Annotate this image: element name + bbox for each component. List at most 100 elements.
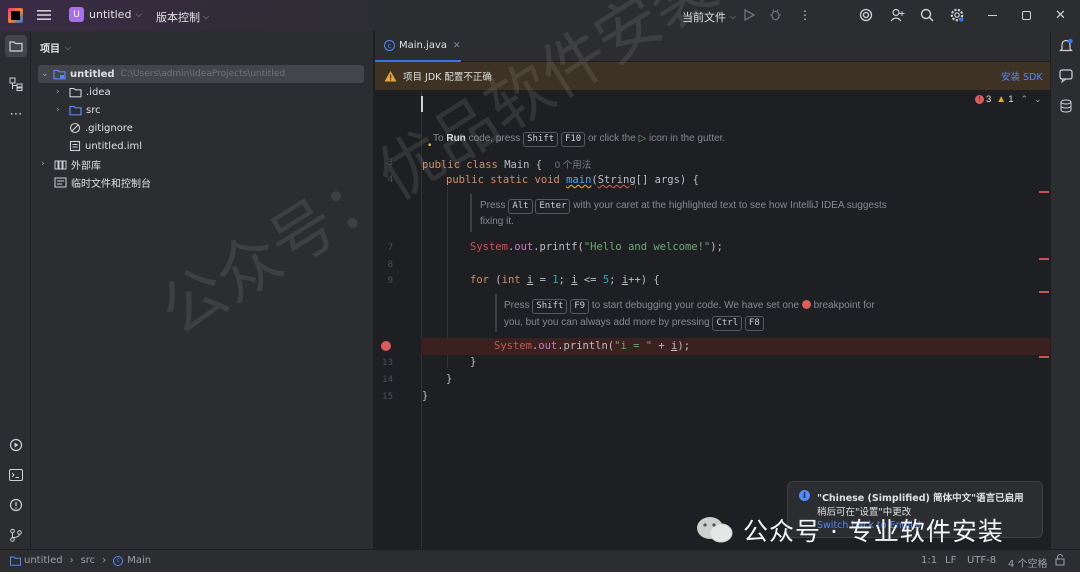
search-icon[interactable] (920, 8, 934, 22)
warning-count: 1 (1008, 94, 1014, 105)
install-sdk-link[interactable]: 安装 SDK (1001, 69, 1043, 83)
run-icon[interactable] (744, 9, 755, 21)
status-bar: untitled › src › c Main 1:1 LF UTF-8 4 个… (0, 549, 1080, 572)
git-branch-icon (10, 528, 22, 542)
lightbulb-icon[interactable]: • (427, 141, 432, 151)
folder-icon (69, 87, 82, 97)
services-tool-button[interactable] (5, 434, 27, 456)
tab-label: Main.java (399, 40, 448, 51)
error-stripe-mark[interactable] (1039, 291, 1049, 293)
line-separator[interactable]: LF (945, 555, 956, 566)
add-user-icon[interactable] (890, 8, 905, 22)
chevron-down-icon: ⌵ (203, 12, 210, 21)
tab-close-icon[interactable]: ✕ (453, 41, 461, 51)
vcs-menu[interactable]: 版本控制 ⌵ (156, 9, 209, 25)
notifications-icon[interactable] (1059, 38, 1073, 53)
tree-row-src[interactable]: › src (56, 101, 101, 119)
debug-icon[interactable] (769, 8, 782, 21)
run-gutter-icon: ▷ (638, 133, 647, 144)
tab-main-java[interactable]: c Main.java ✕ (375, 31, 461, 62)
key-ctrl: Ctrl (712, 316, 743, 331)
line-number: 7 (387, 243, 393, 253)
ai-assistant-icon[interactable] (859, 8, 873, 22)
tree-row-scratches[interactable]: 临时文件和控制台 (54, 173, 151, 191)
folder-icon (9, 41, 23, 52)
line-number: 15 (382, 392, 393, 402)
tree-item-label: 外部库 (71, 160, 101, 172)
minimize-icon[interactable] (988, 15, 997, 16)
project-panel: 项目 ⌵ ⌄ untitled C:\Users\admin\IdeaProje… (31, 31, 374, 549)
hint-text: icon in the gutter. (649, 133, 726, 144)
structure-icon (9, 77, 23, 91)
inspections-widget[interactable]: ! 3 ▲ 1 ⌃ ⌄ (975, 94, 1042, 105)
run-config-selector[interactable]: 当前文件 ⌵ (682, 9, 736, 25)
ai-chat-icon[interactable] (1059, 69, 1073, 83)
jdk-warning-banner: 项目 JDK 配置不正确 安装 SDK (375, 62, 1050, 90)
tree-item-label: 临时文件和控制台 (71, 178, 151, 190)
terminal-tool-button[interactable] (5, 464, 27, 486)
key-f8: F8 (744, 316, 764, 331)
breadcrumb-item[interactable]: Main (127, 555, 151, 566)
close-icon[interactable]: ✕ (1055, 8, 1066, 23)
key-shift: Shift (532, 299, 568, 314)
structure-tool-button[interactable] (5, 73, 27, 95)
chevron-right-icon: › (41, 159, 45, 169)
chevron-up-icon[interactable]: ⌃ (1021, 94, 1029, 105)
indent-setting[interactable]: 4 个空格 (1008, 555, 1048, 570)
project-panel-header[interactable]: 项目 ⌵ (40, 40, 71, 56)
gear-icon[interactable] (949, 7, 965, 23)
cursor-position[interactable]: 1:1 (921, 555, 937, 566)
breakpoint-icon[interactable] (381, 341, 391, 351)
main-menu-icon[interactable] (37, 8, 51, 22)
breadcrumb-item[interactable]: src (81, 555, 96, 566)
key-alt: Alt (508, 199, 533, 214)
info-icon: i (799, 490, 810, 501)
right-tool-strip (1050, 31, 1080, 549)
brand-watermark: 公众号 · 专业软件安装 (695, 512, 1004, 548)
error-stripe-mark[interactable] (1039, 191, 1049, 193)
chevron-down-icon[interactable]: ⌄ (1034, 94, 1042, 105)
breadcrumb-item[interactable]: untitled (24, 555, 63, 566)
left-tool-strip: ⋯ (0, 31, 31, 549)
tree-row-root[interactable]: ⌄ untitled C:\Users\admin\IdeaProjects\u… (38, 65, 364, 83)
code-line: System.out.println("i = " + i); (494, 340, 691, 352)
project-switcher[interactable]: U untitled ⌵ (69, 7, 142, 22)
problems-icon (9, 498, 23, 512)
project-tool-button[interactable] (5, 35, 27, 57)
git-tool-button[interactable] (5, 524, 27, 546)
more-actions-icon[interactable]: ⋮ (799, 8, 811, 22)
tree-item-label: untitled.iml (85, 140, 143, 152)
iml-file-icon (69, 140, 81, 152)
key-f9: F9 (570, 299, 590, 314)
run-config-label: 当前文件 (682, 11, 726, 24)
error-count: 3 (986, 94, 992, 105)
tree-row-gitignore[interactable]: .gitignore (69, 119, 133, 137)
line-number: 14 (382, 375, 393, 385)
tree-root-label: untitled (70, 68, 115, 80)
tree-row-external-libs[interactable]: › 外部库 (41, 155, 101, 173)
chevron-right-icon: › (69, 555, 74, 566)
line-number: 9 (387, 276, 393, 286)
hint-text: Press (480, 200, 506, 211)
tree-row-idea[interactable]: › .idea (56, 83, 111, 101)
problems-tool-button[interactable] (5, 494, 27, 516)
restore-icon[interactable] (1022, 11, 1031, 20)
java-class-icon: c (384, 40, 395, 51)
hint-border (470, 194, 472, 232)
warning-icon: ▲ (996, 94, 1007, 105)
file-encoding[interactable]: UTF-8 (967, 555, 996, 566)
module-folder-icon (10, 556, 21, 566)
error-stripe-mark[interactable] (1039, 356, 1049, 358)
tree-row-iml[interactable]: untitled.iml (69, 137, 142, 155)
intellij-logo-icon[interactable] (8, 8, 23, 23)
more-tools-button[interactable]: ⋯ (5, 103, 27, 125)
read-only-lock-icon[interactable] (1055, 554, 1065, 569)
database-icon[interactable] (1060, 99, 1072, 113)
terminal-icon (9, 469, 23, 481)
tree-item-label: src (86, 104, 101, 116)
error-stripe-mark[interactable] (1039, 258, 1049, 260)
line-number: 3 (387, 158, 393, 168)
brand-text: 公众号 · 专业软件安装 (743, 517, 1004, 546)
code-line: } (446, 373, 453, 385)
notification-title: "Chinese (Simplified) 简体中文"语言已启用 (817, 493, 1024, 504)
